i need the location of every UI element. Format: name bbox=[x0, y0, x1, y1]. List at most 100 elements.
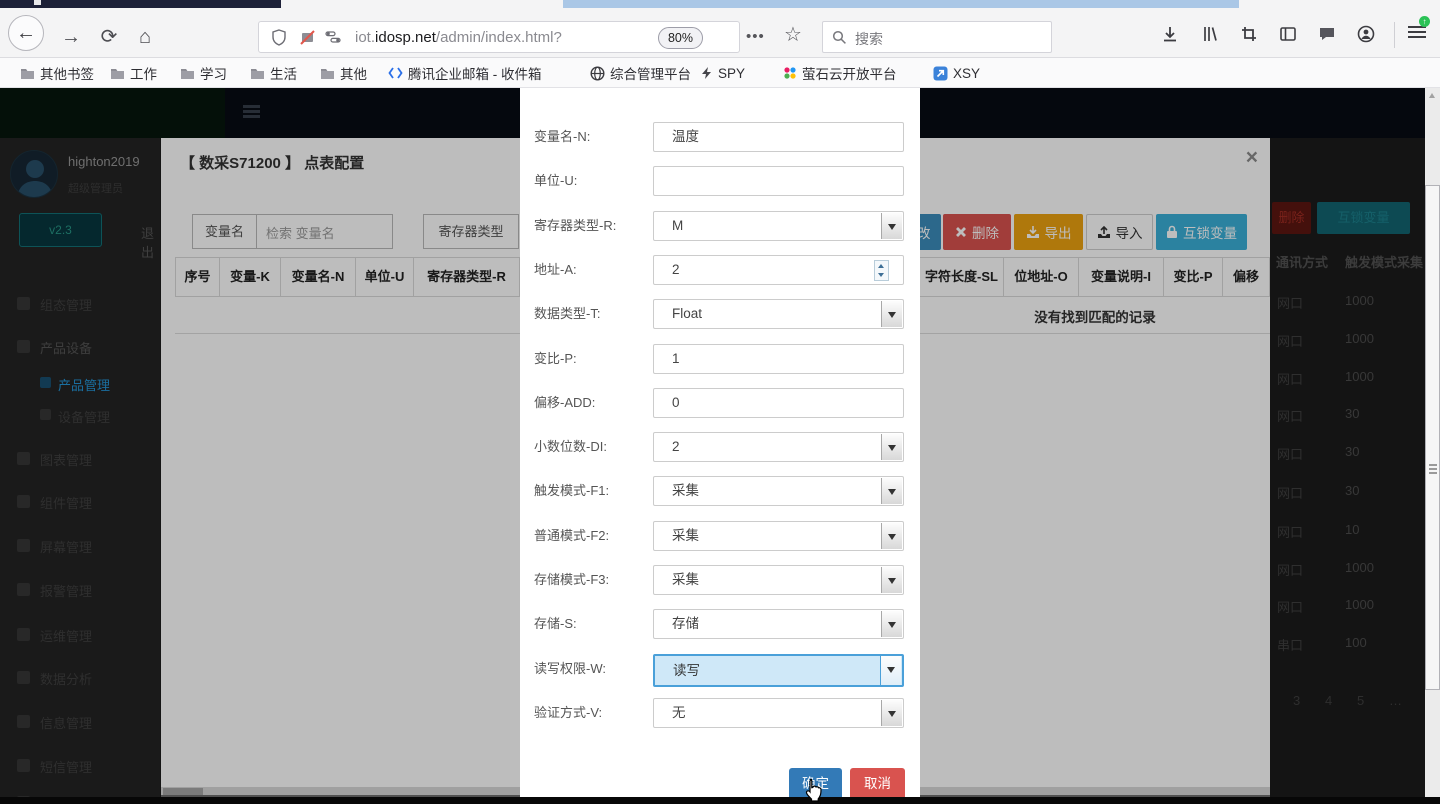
base-cell-comm-type: 网口 bbox=[1277, 444, 1303, 463]
bookmark-item[interactable]: XSY bbox=[933, 62, 980, 84]
bookmark-item[interactable]: 其他 bbox=[320, 62, 367, 84]
bookmark-star-icon[interactable]: ☆ bbox=[784, 20, 802, 50]
sidebar-item[interactable]: 报警管理 bbox=[0, 581, 160, 611]
back-button[interactable]: ← bbox=[8, 15, 44, 51]
field-select[interactable]: Float bbox=[653, 299, 904, 329]
highlighted-tab-strip[interactable] bbox=[563, 0, 1239, 8]
dropdown-button[interactable] bbox=[881, 700, 902, 726]
base-cell-trigger-value: 1000 bbox=[1345, 293, 1374, 308]
bookmark-item[interactable]: 生活 bbox=[250, 62, 297, 84]
avatar[interactable] bbox=[10, 150, 58, 198]
vertical-scrollbar[interactable] bbox=[1425, 88, 1440, 804]
library-icon[interactable] bbox=[1200, 24, 1220, 44]
sidebar-item-label: 数据分析 bbox=[40, 669, 92, 688]
bookmark-item[interactable]: 其他书签 bbox=[20, 62, 94, 84]
bookmark-item[interactable]: 萤石云开放平台 bbox=[783, 62, 897, 84]
logout-link[interactable]: 退出 bbox=[141, 223, 160, 261]
dropdown-button[interactable] bbox=[880, 656, 901, 685]
downloads-icon[interactable] bbox=[1160, 24, 1180, 44]
bookmark-label: 生活 bbox=[270, 63, 297, 83]
sidebar-item-icon bbox=[17, 452, 30, 465]
active-tab-strip[interactable] bbox=[0, 0, 281, 8]
field-value: 1 bbox=[672, 345, 680, 373]
field-label: 验证方式-V: bbox=[534, 698, 602, 728]
sidebar-item[interactable]: 短信管理 bbox=[0, 757, 160, 787]
sidebar-subitem[interactable]: 设备管理 bbox=[0, 407, 160, 437]
sidebar-item-label: 屏幕管理 bbox=[40, 537, 92, 556]
field-select[interactable]: M bbox=[653, 211, 904, 241]
sidebar-item[interactable]: 组件管理 bbox=[0, 493, 160, 523]
dropdown-button[interactable] bbox=[881, 478, 902, 504]
field-text-input[interactable]: 1 bbox=[653, 344, 904, 374]
chevron-down-icon bbox=[888, 224, 896, 230]
bookmark-item[interactable]: 学习 bbox=[180, 62, 227, 84]
dropdown-button[interactable] bbox=[881, 523, 902, 549]
bookmark-item[interactable]: 综合管理平台 bbox=[590, 62, 691, 84]
url-text[interactable]: iot.idosp.net/admin/index.html? bbox=[355, 29, 562, 46]
dropdown-button[interactable] bbox=[881, 301, 902, 327]
sidebar-subitem[interactable]: 产品管理 bbox=[0, 375, 160, 405]
field-text-input[interactable] bbox=[653, 166, 904, 196]
number-spinner[interactable] bbox=[874, 260, 889, 281]
page-actions-icon[interactable]: ••• bbox=[746, 22, 765, 52]
dropdown-button[interactable] bbox=[881, 213, 902, 239]
field-select[interactable]: 无 bbox=[653, 698, 904, 728]
field-select[interactable]: 采集 bbox=[653, 521, 904, 551]
field-select[interactable]: 采集 bbox=[653, 476, 904, 506]
base-cell-comm-type: 网口 bbox=[1277, 522, 1303, 541]
reload-button[interactable]: ⟳ bbox=[94, 22, 124, 52]
field-select[interactable]: 2 bbox=[653, 432, 904, 462]
bookmark-item[interactable]: 腾讯企业邮箱 - 收件箱 bbox=[388, 62, 542, 84]
field-text-input[interactable]: 0 bbox=[653, 388, 904, 418]
dropdown-button[interactable] bbox=[881, 567, 902, 593]
vscroll-thumb[interactable] bbox=[1425, 185, 1440, 690]
screenshot-icon[interactable] bbox=[1239, 24, 1259, 44]
sidebar-item[interactable]: 信息管理 bbox=[0, 713, 160, 743]
search-input[interactable]: 搜索 bbox=[822, 21, 1052, 53]
chat-bubble-icon[interactable] bbox=[1317, 24, 1337, 44]
dropdown-button[interactable] bbox=[881, 611, 902, 637]
field-select[interactable]: 读写 bbox=[653, 654, 904, 687]
spy-icon bbox=[700, 66, 713, 80]
sidebar-item[interactable]: 图表管理 bbox=[0, 450, 160, 480]
forward-button[interactable]: → bbox=[56, 22, 86, 52]
pagination-item[interactable]: … bbox=[1389, 693, 1402, 708]
field-label: 数据类型-T: bbox=[534, 299, 600, 329]
sidebar-toggle-icon[interactable] bbox=[1278, 24, 1298, 44]
pagination-item[interactable]: 3 bbox=[1293, 693, 1300, 708]
permissions-icon[interactable] bbox=[325, 29, 341, 45]
pagination-item[interactable]: 4 bbox=[1325, 693, 1332, 708]
sidebar-item-icon bbox=[17, 297, 30, 310]
home-button[interactable]: ⌂ bbox=[130, 22, 160, 52]
bookmark-item[interactable]: 工作 bbox=[110, 62, 157, 84]
pagination-item[interactable]: 5 bbox=[1357, 693, 1364, 708]
cancel-button[interactable]: 取消 bbox=[850, 768, 905, 800]
sidebar-item[interactable]: 运维管理 bbox=[0, 626, 160, 656]
base-interlock-button[interactable]: 互锁变量 bbox=[1317, 202, 1410, 234]
field-select[interactable]: 存储 bbox=[653, 609, 904, 639]
url-bar[interactable]: iot.idosp.net/admin/index.html? 80% bbox=[258, 21, 740, 53]
sidebar-item[interactable]: 数据分析 bbox=[0, 669, 160, 699]
field-select[interactable]: 采集 bbox=[653, 565, 904, 595]
field-number-input[interactable]: 2 bbox=[653, 255, 904, 285]
field-text-input[interactable]: 温度 bbox=[653, 122, 904, 152]
sidebar-item[interactable]: 组态管理 bbox=[0, 295, 160, 325]
sidebar-item-label: 图表管理 bbox=[40, 450, 92, 469]
dropdown-button[interactable] bbox=[881, 434, 902, 460]
zoom-level-badge[interactable]: 80% bbox=[658, 27, 703, 49]
menu-icon[interactable] bbox=[1408, 26, 1426, 40]
account-icon[interactable] bbox=[1356, 24, 1376, 44]
blocked-content-icon[interactable] bbox=[299, 29, 316, 46]
shield-icon[interactable] bbox=[271, 29, 287, 46]
scroll-up-arrow-icon[interactable] bbox=[1429, 93, 1435, 98]
base-cell-trigger-value: 30 bbox=[1345, 483, 1359, 498]
field-label: 单位-U: bbox=[534, 166, 577, 196]
bookmark-item[interactable]: SPY bbox=[700, 62, 745, 84]
chevron-down-icon bbox=[887, 667, 895, 673]
base-delete-button[interactable]: 删除 bbox=[1272, 202, 1311, 234]
sidebar-version-badge[interactable]: v2.3 bbox=[19, 213, 102, 247]
sidebar-item[interactable]: 产品设备 bbox=[0, 338, 160, 368]
sidebar-item[interactable]: 屏幕管理 bbox=[0, 537, 160, 567]
chevron-down-icon bbox=[888, 578, 896, 584]
app-menu-toggle-icon[interactable] bbox=[243, 105, 260, 118]
